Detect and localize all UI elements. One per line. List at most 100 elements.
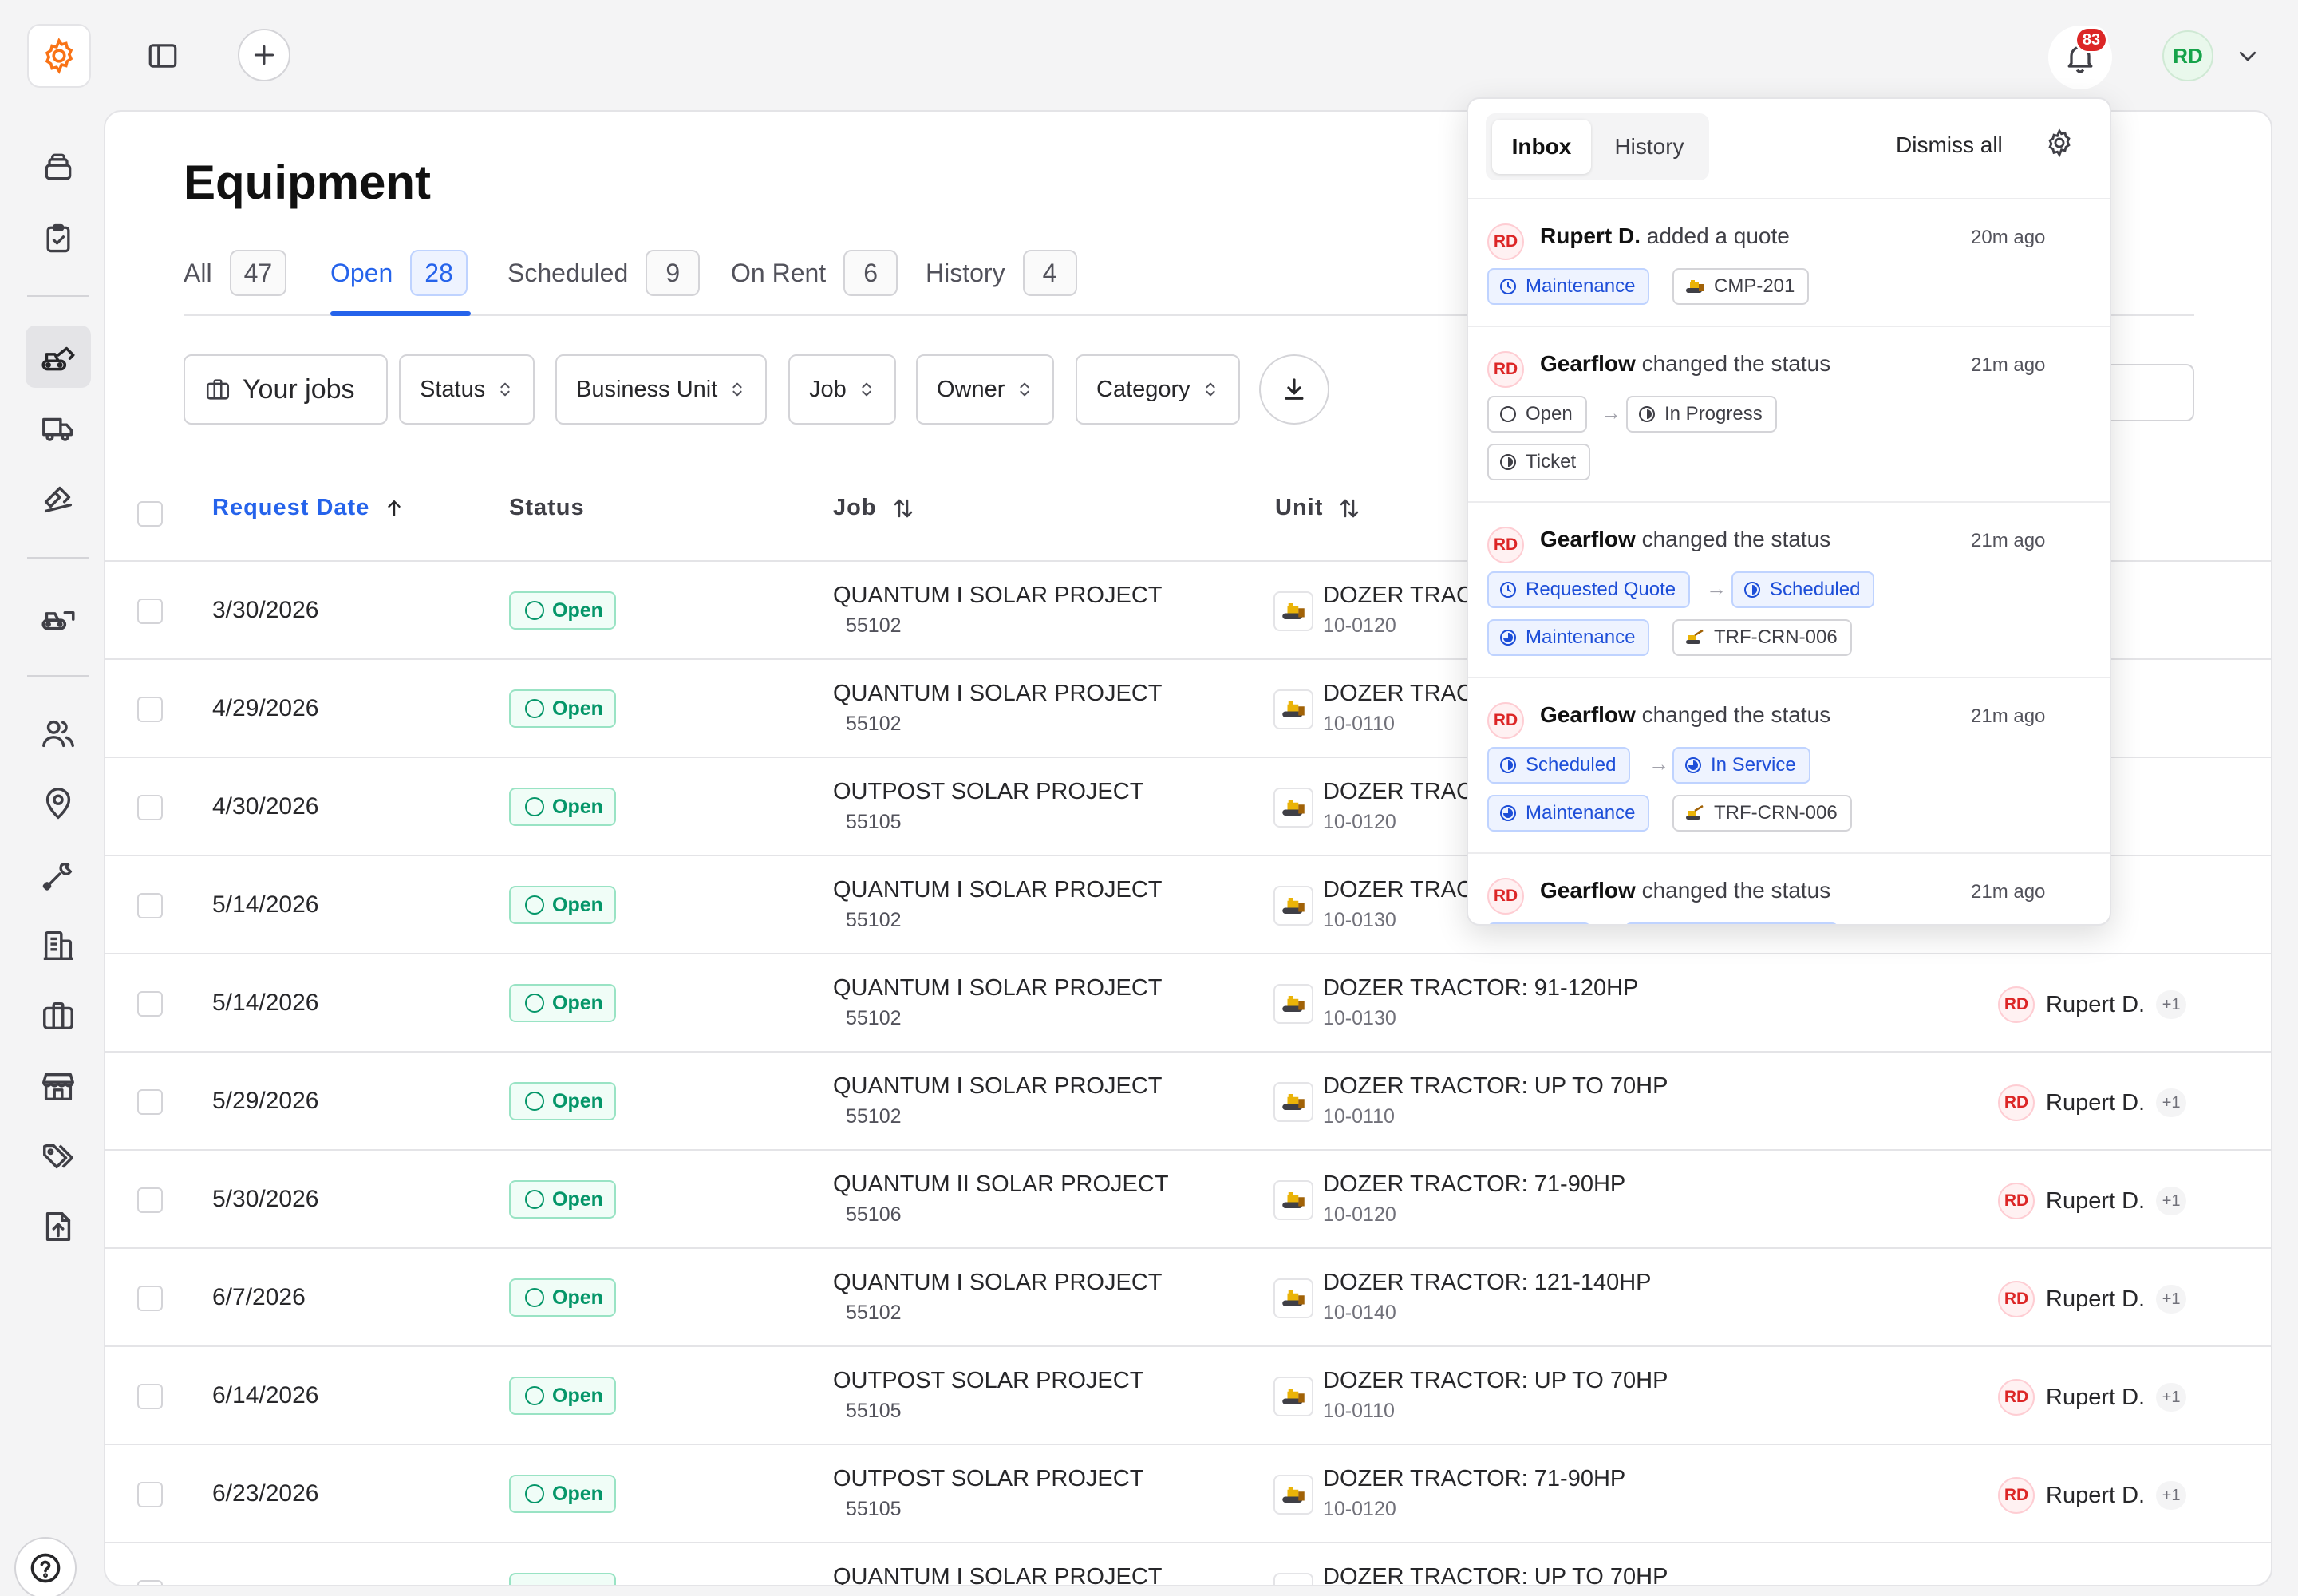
tab-notification-history[interactable]: History (1597, 120, 1701, 174)
sidebar-item-tags[interactable] (26, 1125, 91, 1187)
tab-on-rent[interactable]: On Rent 6 (731, 249, 898, 297)
row-checkbox[interactable] (137, 697, 163, 722)
sidebar-item-jobs[interactable] (26, 985, 91, 1047)
create-new-button[interactable] (238, 29, 290, 81)
notification-item[interactable]: RD Gearflow changed the status 21m ago S… (1468, 677, 2110, 852)
sidebar-toggle-button[interactable] (136, 29, 190, 83)
extra-owners-badge[interactable]: +1 (2156, 1088, 2187, 1117)
table-row[interactable]: 5/14/2026 Open QUANTUM I SOLAR PROJECT 5510… (105, 954, 2271, 1053)
column-header-status[interactable]: Status (509, 495, 585, 521)
unit-name[interactable]: DOZER TRACT (1323, 583, 1487, 609)
status-from-chip[interactable] (1487, 922, 1591, 924)
job-name[interactable]: QUANTUM II SOLAR PROJECT (833, 1171, 1169, 1198)
sidebar-item-rentals[interactable] (26, 585, 91, 647)
job-name[interactable]: QUANTUM I SOLAR PROJECT (833, 877, 1163, 903)
sidebar-item-organizations[interactable] (26, 915, 91, 977)
tab-all[interactable]: All 47 (184, 249, 287, 297)
sidebar-item-vendors[interactable] (26, 1055, 91, 1117)
tab-scheduled[interactable]: Scheduled 9 (507, 249, 701, 297)
status-filter[interactable]: Status (399, 354, 535, 425)
notification-item[interactable]: RD Rupert D. added a quote 20m ago Maint… (1468, 198, 2110, 326)
column-header-unit[interactable]: Unit (1275, 495, 1361, 521)
unit-name[interactable]: DOZER TRACT (1323, 877, 1487, 903)
category-filter[interactable]: Category (1076, 354, 1240, 425)
status-to-chip[interactable]: In Progress (1626, 396, 1777, 433)
status-to-chip[interactable]: In Service (1672, 747, 1810, 784)
unit-name[interactable]: DOZER TRACTOR: 91-120HP (1323, 975, 1638, 1001)
row-checkbox[interactable] (137, 1089, 163, 1115)
category-chip[interactable]: Maintenance (1487, 795, 1650, 832)
table-row[interactable]: 6/14/2026 Open OUTPOST SOLAR PROJECT 55105 D… (105, 1347, 2271, 1445)
sidebar-item-inbox[interactable] (26, 136, 91, 198)
unit-name[interactable]: DOZER TRACT (1323, 779, 1487, 805)
sidebar-item-maintenance[interactable] (26, 844, 91, 907)
job-name[interactable]: QUANTUM I SOLAR PROJECT (833, 583, 1163, 609)
unit-name[interactable]: DOZER TRACTOR: 121-140HP (1323, 1270, 1652, 1296)
unit-name[interactable]: DOZER TRACT (1323, 681, 1487, 707)
unit-chip[interactable]: CMP-201 (1672, 268, 1810, 305)
notification-item[interactable]: RD Gearflow changed the status 21m ago (1468, 852, 2110, 924)
column-header-job[interactable]: Job (833, 495, 915, 521)
job-name[interactable]: QUANTUM I SOLAR PROJECT (833, 975, 1163, 1001)
extra-owners-badge[interactable]: +1 (2156, 1383, 2187, 1412)
category-chip[interactable]: Maintenance (1487, 268, 1650, 305)
category-chip[interactable]: Maintenance (1487, 619, 1650, 656)
status-from-chip[interactable]: Scheduled (1487, 747, 1631, 784)
status-to-chip[interactable]: Scheduled (1731, 571, 1875, 608)
job-name[interactable]: QUANTUM I SOLAR PROJECT (833, 1564, 1163, 1585)
row-checkbox[interactable] (137, 1482, 163, 1507)
tab-open[interactable]: Open 28 (330, 249, 468, 297)
table-row[interactable]: 5/29/2026 Open QUANTUM I SOLAR PROJECT 5510… (105, 1053, 2271, 1151)
notification-item[interactable]: RD Gearflow changed the status 21m ago O… (1468, 326, 2110, 501)
status-from-chip[interactable]: Requested Quote (1487, 571, 1691, 608)
job-name[interactable]: OUTPOST SOLAR PROJECT (833, 779, 1143, 805)
unit-name[interactable]: DOZER TRACTOR: UP TO 70HP (1323, 1564, 1668, 1585)
extra-owners-badge[interactable]: +1 (2156, 1481, 2187, 1510)
sidebar-item-locations[interactable] (26, 772, 91, 835)
owner-filter[interactable]: Owner (916, 354, 1055, 425)
column-header-request-date[interactable]: Request Date (212, 495, 405, 521)
extra-owners-badge[interactable]: +1 (2156, 990, 2187, 1019)
your-jobs-filter[interactable]: Your jobs (184, 354, 388, 425)
unit-name[interactable]: DOZER TRACTOR: 71-90HP (1323, 1466, 1625, 1492)
unit-name[interactable]: DOZER TRACTOR: UP TO 70HP (1323, 1368, 1668, 1394)
sidebar-item-users[interactable] (26, 702, 91, 764)
job-name[interactable]: OUTPOST SOLAR PROJECT (833, 1368, 1143, 1394)
row-checkbox[interactable] (137, 1286, 163, 1311)
row-checkbox[interactable] (137, 893, 163, 918)
tab-inbox[interactable]: Inbox (1492, 120, 1591, 174)
unit-name[interactable]: DOZER TRACTOR: UP TO 70HP (1323, 1073, 1668, 1100)
row-checkbox[interactable] (137, 795, 163, 820)
business-unit-filter[interactable]: Business Unit (555, 354, 768, 425)
row-checkbox[interactable] (137, 598, 163, 624)
dismiss-all-button[interactable]: Dismiss all (1896, 132, 2003, 158)
job-name[interactable]: QUANTUM I SOLAR PROJECT (833, 1270, 1163, 1296)
row-checkbox[interactable] (137, 991, 163, 1017)
notification-item[interactable]: RD Gearflow changed the status 21m ago R… (1468, 501, 2110, 677)
user-avatar[interactable]: RD (2162, 30, 2213, 81)
job-name[interactable]: QUANTUM I SOLAR PROJECT (833, 681, 1163, 707)
download-button[interactable] (1259, 354, 1329, 425)
job-filter[interactable]: Job (788, 354, 896, 425)
extra-owners-badge[interactable]: +1 (2156, 1285, 2187, 1314)
unit-chip[interactable]: TRF-CRN-006 (1672, 795, 1852, 832)
user-menu-toggle[interactable] (2230, 38, 2265, 73)
notification-settings-button[interactable] (2044, 128, 2081, 164)
status-from-chip[interactable]: Open (1487, 396, 1587, 433)
sidebar-item-imports[interactable] (26, 1195, 91, 1258)
table-row[interactable]: 6/7/2026 Open QUANTUM I SOLAR PROJECT 55102… (105, 1249, 2271, 1347)
type-chip[interactable]: Ticket (1487, 444, 1591, 480)
unit-chip[interactable]: TRF-CRN-006 (1672, 619, 1852, 656)
extra-owners-badge[interactable]: +1 (2156, 1187, 2187, 1215)
select-all-checkbox[interactable] (137, 501, 163, 527)
table-row[interactable]: 6/23/2026 Open OUTPOST SOLAR PROJECT 55105 D… (105, 1445, 2271, 1543)
help-button[interactable] (14, 1537, 77, 1596)
status-to-chip[interactable] (1625, 922, 1838, 924)
tab-history[interactable]: History 4 (926, 249, 1077, 297)
row-checkbox[interactable] (137, 1187, 163, 1213)
sidebar-item-equipment[interactable] (26, 326, 91, 388)
sidebar-item-tools[interactable] (26, 468, 91, 530)
row-checkbox[interactable] (137, 1384, 163, 1409)
job-name[interactable]: QUANTUM I SOLAR PROJECT (833, 1073, 1163, 1100)
table-row[interactable]: QUANTUM I SOLAR PROJECT DOZER TRACTOR: UP… (105, 1543, 2271, 1585)
